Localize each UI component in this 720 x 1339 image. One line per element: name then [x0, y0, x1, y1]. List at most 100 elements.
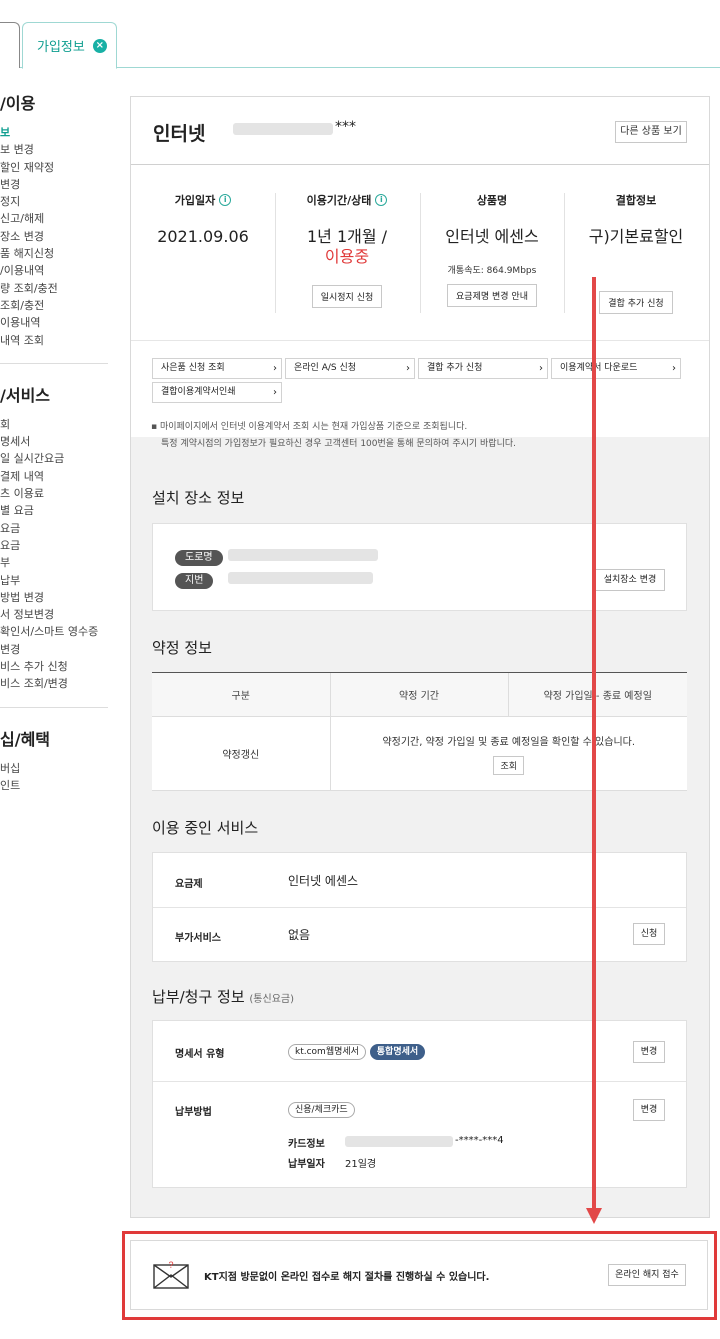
chevron-right-icon: ›	[273, 387, 277, 398]
method-label: 납부방법	[175, 1107, 212, 1118]
svg-text:?: ?	[168, 1260, 173, 1270]
table-row: 약정갱신 약정기간, 약정 가입일 및 종료 예정일을 확인할 수 있습니다. …	[152, 716, 687, 791]
sidebar-item[interactable]: 서 정보변경	[0, 606, 110, 623]
suspend-button[interactable]: 일시정지 신청	[311, 285, 383, 308]
billing-subtitle: (통신요금)	[249, 994, 295, 1005]
bundle-label: 결합정보	[615, 194, 657, 207]
join-date-value: 2021.09.06	[157, 227, 249, 246]
method-change-button[interactable]: 변경	[633, 1099, 665, 1121]
link-bundle-print[interactable]: 결합이용계약서인쇄 ›	[152, 382, 282, 403]
sidebar: /이용 보보 변경 할인 재약정 변경 정지 신고/해제 장소 변경 품 해지신청/이용내역…	[0, 90, 110, 794]
sidebar-item[interactable]: 확인서/스마트 영수증	[0, 623, 110, 640]
bundle-col: 결합정보 구)기본료할인 결합 추가 신청	[564, 193, 708, 314]
sidebar-item[interactable]: 부	[0, 554, 110, 571]
sidebar-item[interactable]: 요금	[0, 520, 110, 537]
sidebar-item[interactable]: 내역 조회	[0, 332, 110, 349]
sidebar-item[interactable]: 별 요금	[0, 502, 110, 519]
product-name-value: 인터넷 에센스	[445, 227, 539, 246]
services-box: 요금제 인터넷 에센스 부가서비스 없음 신청	[152, 852, 687, 962]
chevron-right-icon: ›	[406, 363, 410, 374]
column-header: 구분	[152, 672, 330, 717]
sidebar-item[interactable]: 비스 조회/변경	[0, 675, 110, 692]
info-icon[interactable]: i	[219, 194, 232, 206]
sidebar-item[interactable]: 조회/충전	[0, 297, 110, 314]
method-tag: 신용/체크카드	[288, 1102, 355, 1118]
services-section-title: 이용 중인 서비스	[152, 819, 259, 837]
link-gift-inquiry[interactable]: 사은품 신청 조회 ›	[152, 358, 282, 379]
product-name-label: 상품명	[476, 194, 508, 207]
link-online-as[interactable]: 온라인 A/S 신청 ›	[285, 358, 415, 379]
road-badge: 도로명	[175, 550, 223, 566]
sidebar-section-title: 십/혜택	[0, 729, 51, 749]
tab-previous[interactable]	[0, 22, 20, 68]
column-header: 약정 가입일 - 종료 예정일	[507, 672, 687, 717]
tab-label: 가입정보	[37, 40, 85, 55]
sidebar-item[interactable]: 츠 이용료	[0, 485, 110, 502]
link-contract-download[interactable]: 이용계약서 다운로드 ›	[551, 358, 681, 379]
sidebar-item[interactable]: 요금	[0, 537, 110, 554]
statement-tag: kt.com웹명세서	[288, 1044, 366, 1060]
sidebar-item[interactable]: 할인 재약정	[0, 159, 110, 176]
lot-badge: 지번	[175, 573, 214, 589]
install-change-button[interactable]: 설치장소 변경	[595, 569, 665, 591]
sidebar-item[interactable]: 변경	[0, 641, 110, 658]
join-date-label: 가입일자	[174, 194, 216, 207]
contract-message-cell: 약정기간, 약정 가입일 및 종료 예정일을 확인할 수 있습니다. 조회	[329, 716, 687, 791]
sidebar-item[interactable]: 보	[0, 124, 110, 141]
sidebar-item[interactable]: 명세서	[0, 433, 110, 450]
note-text: 마이페이지에서 인터넷 이용계약서 조회 시는 현재 가입상품 기준으로 조회됩…	[159, 422, 468, 432]
plan-label: 요금제	[175, 879, 203, 890]
masked-id-suffix: ***	[335, 119, 356, 135]
tab-subscription-info[interactable]: 가입정보 ×	[22, 22, 117, 69]
chevron-right-icon: ›	[539, 363, 543, 374]
addon-apply-button[interactable]: 신청	[633, 923, 665, 945]
product-info: 가입일자 i 2021.09.06 이용기간/상태 i 1년 1개월 / 이용중 일…	[131, 165, 709, 340]
addon-value: 없음	[288, 928, 311, 942]
column-header: 약정 기간	[329, 672, 508, 717]
other-products-button[interactable]: 다른 상품 보기	[615, 121, 687, 143]
join-date-col: 가입일자 i 2021.09.06	[131, 193, 275, 247]
online-cancel-button[interactable]: 온라인 해지 접수	[608, 1264, 686, 1286]
sidebar-item[interactable]: 신고/해제	[0, 210, 110, 227]
link-label: 온라인 A/S 신청	[294, 363, 357, 373]
sidebar-item[interactable]: 변경	[0, 176, 110, 193]
contract-section-title: 약정 정보	[152, 639, 212, 657]
divider	[153, 907, 686, 908]
sidebar-item[interactable]: /이용내역	[0, 262, 110, 279]
contract-inquiry-button[interactable]: 조회	[493, 755, 525, 775]
statement-change-button[interactable]: 변경	[633, 1041, 665, 1063]
link-label: 사은품 신청 조회	[161, 363, 225, 373]
masked-id	[233, 123, 333, 135]
product-title: 인터넷	[153, 123, 206, 145]
sidebar-item[interactable]: 보 변경	[0, 141, 110, 158]
tab-bar: 가입정보 ×	[0, 0, 720, 69]
sidebar-item[interactable]: 방법 변경	[0, 589, 110, 606]
sidebar-item[interactable]: 정지	[0, 193, 110, 210]
info-icon[interactable]: i	[375, 194, 388, 206]
link-bundle-add[interactable]: 결합 추가 신청 ›	[418, 358, 548, 379]
sidebar-item[interactable]: 량 조회/충전	[0, 280, 110, 297]
sidebar-item[interactable]: 장소 변경	[0, 228, 110, 245]
road-address: 도로명	[175, 549, 223, 566]
sidebar-section-title: /이용	[0, 94, 36, 113]
bundle-add-button[interactable]: 결합 추가 신청	[599, 291, 673, 314]
plan-change-guide-button[interactable]: 요금제명 변경 안내	[447, 284, 537, 307]
sidebar-item[interactable]: 비스 추가 신청	[0, 658, 110, 675]
sidebar-item[interactable]: 품 해지신청	[0, 245, 110, 262]
sidebar-item[interactable]: 버십	[0, 760, 110, 777]
sidebar-item[interactable]: 일 실시간요금	[0, 450, 110, 467]
period-label: 이용기간/상태	[306, 194, 372, 207]
product-name-col: 상품명 인터넷 에센스 개통속도: 864.9Mbps 요금제명 변경 안내	[420, 193, 564, 307]
sidebar-item[interactable]: 납부	[0, 572, 110, 589]
annotation-arrow-line	[592, 277, 596, 1210]
close-icon[interactable]: ×	[92, 38, 107, 53]
sidebar-item[interactable]: 이용내역	[0, 314, 110, 331]
addon-label: 부가서비스	[175, 933, 221, 944]
sidebar-item[interactable]: 결제 내역	[0, 468, 110, 485]
chevron-right-icon: ›	[273, 363, 277, 374]
bundle-value: 구)기본료할인	[588, 227, 684, 246]
sidebar-item[interactable]: 인트	[0, 777, 110, 794]
sidebar-item[interactable]: 회	[0, 416, 110, 433]
pay-day-label: 납부일자	[288, 1159, 325, 1170]
contract-type: 약정갱신	[152, 716, 330, 791]
